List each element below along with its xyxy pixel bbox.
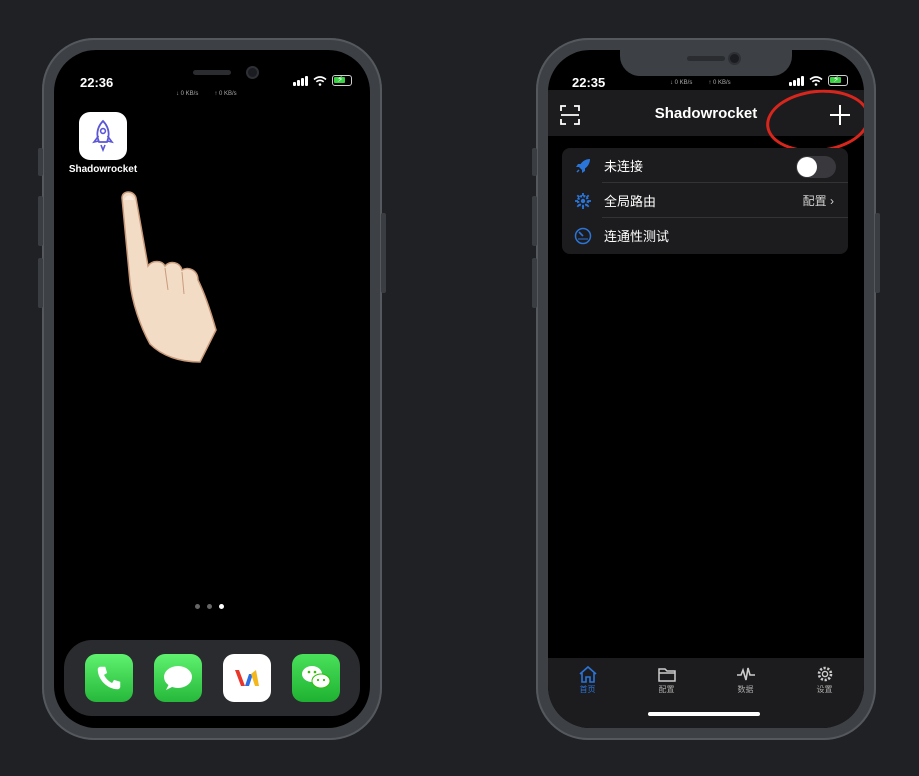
upload-speed: ↑ 0 KB/s bbox=[214, 91, 237, 97]
volume-down-button bbox=[38, 258, 43, 308]
volume-down-button bbox=[532, 258, 537, 308]
page-indicator[interactable] bbox=[195, 604, 224, 609]
speedometer-icon bbox=[572, 225, 594, 247]
mute-switch bbox=[38, 148, 43, 176]
status-time: 22:35 bbox=[572, 75, 606, 90]
v-logo-icon bbox=[234, 670, 259, 686]
rocket-icon bbox=[572, 155, 594, 177]
wifi-icon bbox=[313, 75, 327, 86]
tab-data[interactable]: 数据 bbox=[706, 658, 785, 728]
power-button bbox=[381, 213, 386, 293]
home-indicator[interactable] bbox=[648, 712, 760, 716]
tab-settings[interactable]: 设置 bbox=[785, 658, 864, 728]
global-routing-row[interactable]: 全局路由 配置 › bbox=[562, 183, 848, 218]
tab-home[interactable]: 首页 bbox=[548, 658, 627, 728]
status-icons: ⚡ bbox=[293, 74, 352, 86]
tab-config[interactable]: 配置 bbox=[627, 658, 706, 728]
network-speed: ↓ 0 KB/s ↑ 0 KB/s bbox=[176, 91, 237, 97]
home-icon bbox=[578, 665, 597, 683]
rocket-icon bbox=[92, 119, 114, 153]
battery-icon: ⚡ bbox=[332, 74, 352, 86]
tab-config-label: 配置 bbox=[658, 685, 675, 694]
speaker bbox=[193, 70, 231, 75]
left-home-screen: 22:36 ⚡ ↓ 0 KB/s ↑ 0 KB/s Shadowrocket bbox=[54, 50, 370, 728]
pointing-hand-icon bbox=[121, 191, 217, 363]
wechat-app-icon[interactable] bbox=[291, 654, 340, 702]
connection-row[interactable]: 未连接 bbox=[562, 148, 848, 183]
wechat-bubbles-icon bbox=[301, 666, 330, 689]
dock bbox=[64, 640, 360, 716]
pulse-icon bbox=[736, 667, 755, 681]
status-time: 22:36 bbox=[80, 75, 114, 90]
global-routing-label: 全局路由 bbox=[604, 194, 657, 209]
mute-switch bbox=[532, 148, 537, 176]
vidmate-app-icon[interactable] bbox=[222, 654, 271, 702]
front-camera bbox=[248, 68, 257, 77]
signal-icon bbox=[293, 75, 308, 86]
page-dot bbox=[207, 604, 212, 609]
messages-app-icon[interactable] bbox=[153, 654, 202, 702]
gear-icon bbox=[572, 190, 594, 212]
phone-handset-icon bbox=[97, 666, 120, 690]
power-button bbox=[875, 213, 880, 293]
phone-app-icon[interactable] bbox=[84, 654, 133, 702]
status-icons: ⚡ bbox=[789, 74, 848, 86]
connection-toggle[interactable] bbox=[796, 156, 836, 178]
tab-data-label: 数据 bbox=[737, 685, 754, 694]
left-phone-frame: 22:36 ⚡ ↓ 0 KB/s ↑ 0 KB/s Shadowrocket bbox=[38, 38, 386, 740]
page-dot-active bbox=[219, 604, 224, 609]
page-dot bbox=[195, 604, 200, 609]
routing-value: 配置 › bbox=[803, 192, 834, 209]
right-phone-frame: 22:35 ⚡ ↓ 0 KB/s ↑ 0 KB/s Shadowrocket 未… bbox=[532, 38, 880, 740]
toggle-knob bbox=[797, 157, 817, 177]
battery-icon: ⚡ bbox=[828, 74, 848, 86]
speaker bbox=[687, 56, 725, 61]
volume-up-button bbox=[38, 196, 43, 246]
network-speed: ↓ 0 KB/s ↑ 0 KB/s bbox=[670, 80, 731, 86]
notch bbox=[620, 50, 792, 76]
connectivity-test-row[interactable]: 连通性测试 bbox=[562, 218, 848, 253]
wifi-icon bbox=[809, 75, 823, 86]
upload-speed: ↑ 0 KB/s bbox=[708, 80, 731, 86]
tab-bar: 首页 配置 数据 设置 bbox=[548, 658, 864, 728]
download-speed: ↓ 0 KB/s bbox=[670, 80, 693, 86]
speech-bubble-icon bbox=[163, 666, 192, 690]
front-camera bbox=[730, 54, 739, 63]
shadowrocket-app-icon[interactable] bbox=[79, 112, 127, 160]
signal-icon bbox=[789, 75, 804, 86]
tab-home-label: 首页 bbox=[579, 685, 596, 694]
settings-icon bbox=[817, 666, 832, 682]
chevron-right-icon: › bbox=[830, 194, 834, 208]
connectivity-test-label: 连通性测试 bbox=[604, 229, 670, 244]
download-speed: ↓ 0 KB/s bbox=[176, 91, 199, 97]
volume-up-button bbox=[532, 196, 537, 246]
connection-status-label: 未连接 bbox=[604, 159, 644, 174]
tab-settings-label: 设置 bbox=[816, 685, 833, 694]
routing-value-text: 配置 bbox=[802, 194, 827, 208]
folder-icon bbox=[657, 668, 676, 682]
home-card: 未连接 全局路由 配置 › 连通性测试 bbox=[562, 148, 848, 254]
shadowrocket-screen: 22:35 ⚡ ↓ 0 KB/s ↑ 0 KB/s Shadowrocket 未… bbox=[548, 50, 864, 728]
shadowrocket-app-label: Shadowrocket bbox=[68, 164, 138, 175]
